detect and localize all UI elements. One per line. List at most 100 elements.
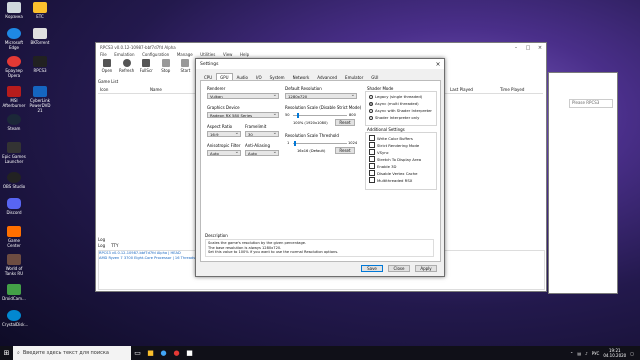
stop-button[interactable]: Stop [157, 59, 175, 73]
background-window[interactable]: Please RPCS3 [548, 72, 618, 294]
menu-file[interactable]: File [100, 52, 107, 57]
shader-async-radio[interactable]: Async (multi threaded) [369, 101, 419, 106]
log-tabs: Log TTY [98, 243, 118, 248]
language-indicator[interactable]: РУС [592, 351, 600, 356]
apply-button[interactable]: Apply [415, 265, 437, 272]
col-name[interactable]: Name [150, 87, 162, 92]
start-button[interactable]: Start [176, 59, 194, 73]
scale-threshold-slider[interactable] [293, 141, 347, 146]
game-center-icon [7, 226, 21, 237]
description-box: Scales the game's resolution by the give… [205, 239, 434, 257]
close-button[interactable]: Close [388, 265, 410, 272]
renderer-select[interactable]: Vulkan [207, 92, 279, 99]
resolution-scale-slider[interactable] [293, 113, 347, 118]
framelimit-select[interactable]: 30 [245, 130, 279, 137]
opera-taskbar-icon[interactable]: ● [170, 346, 183, 360]
slider-thumb[interactable] [293, 141, 296, 146]
explorer-icon[interactable]: ■ [144, 346, 157, 360]
menu-manage[interactable]: Manage [177, 52, 193, 57]
aspect-ratio-select[interactable]: 16:9 [207, 130, 241, 137]
start-button[interactable]: ⊞ [0, 346, 13, 360]
slider-thumb[interactable] [296, 113, 299, 118]
network-icon[interactable]: ▤ [577, 351, 581, 356]
close-icon[interactable]: × [534, 45, 546, 51]
renderer-label: Renderer [207, 86, 226, 91]
shader-async-interp-radio[interactable]: Async with Shader Interpreter [369, 108, 432, 113]
clock[interactable]: 19:21 04.10.2020 [603, 348, 626, 358]
stretch-display-checkbox[interactable]: Stretch To Display Area [369, 156, 421, 162]
desktop-icon-wot[interactable]: World of Tanks RU [2, 254, 26, 276]
strict-rendering-checkbox[interactable]: Strict Rendering Mode [369, 142, 419, 148]
menu-view[interactable]: View [223, 52, 233, 57]
task-view-icon[interactable]: ▭ [131, 346, 144, 360]
desktop-icon-recycle-bin[interactable]: Корзина [2, 2, 26, 19]
col-icon[interactable]: Icon [100, 87, 108, 92]
tray-up-icon[interactable]: ⌃ [570, 351, 573, 356]
desktop-icon-discord[interactable]: Discord [2, 198, 26, 215]
save-button[interactable]: Save [361, 265, 383, 272]
minimize-icon[interactable]: – [510, 45, 522, 51]
epic-games-icon [7, 142, 21, 153]
search-input[interactable]: Please RPCS3 [569, 99, 613, 108]
radio-selected-icon [369, 101, 373, 106]
torrent-icon [33, 28, 47, 39]
system-tray: ⌃ ▤ ♪ РУС 19:21 04.10.2020 ▢ [570, 348, 640, 358]
desktop-icon-edge[interactable]: Microsoft Edge [2, 28, 26, 50]
anti-aliasing-select[interactable]: Auto [245, 149, 279, 156]
checkbox-icon [369, 135, 375, 141]
write-color-buffers-checkbox[interactable]: Write Color Buffers [369, 135, 413, 141]
col-last-played[interactable]: Last Played [450, 87, 473, 92]
resolution-scale-reset-button[interactable]: Reset [335, 119, 355, 126]
enable-3d-checkbox[interactable]: Enable 3D [369, 163, 396, 169]
desktop-icon-game-center[interactable]: Game Center [2, 226, 26, 248]
description-line: Set this value to 100% if you want to us… [208, 250, 339, 254]
desktop-icon-opera[interactable]: Браузер Opera [2, 56, 26, 78]
open-button[interactable]: Open [98, 59, 116, 73]
menu-emulation[interactable]: Emulation [114, 52, 134, 57]
desktop-icon-afterburner[interactable]: MSI Afterburner [2, 86, 26, 108]
scale-threshold-min: 1 [287, 141, 290, 145]
multithreaded-rsx-checkbox[interactable]: Multithreaded RSX [369, 177, 412, 183]
desktop-icon-bktorrent[interactable]: BKTorrent [28, 28, 52, 45]
menu-help[interactable]: Help [240, 52, 249, 57]
settings-dialog[interactable]: Settings × CPU GPU Audio I/O System Netw… [195, 58, 445, 277]
desktop-icon-rpcs3[interactable]: RPCS3 [28, 56, 52, 73]
resolution-scale-min: 50 [285, 113, 290, 117]
desktop-icon-powerdvd[interactable]: CyberLink PowerDVD 21 [28, 86, 52, 113]
close-icon[interactable]: × [432, 61, 444, 68]
volume-icon[interactable]: ♪ [585, 351, 588, 356]
desktop-icon-etc[interactable]: ETC [28, 2, 52, 19]
settings-title: Settings [200, 61, 219, 67]
maximize-icon[interactable]: □ [522, 45, 534, 51]
refresh-button[interactable]: Refresh [118, 59, 136, 73]
menu-utilities[interactable]: Utilities [200, 52, 215, 57]
col-time-played[interactable]: Time Played [500, 87, 524, 92]
tab-tty[interactable]: TTY [111, 243, 118, 248]
description-label: Description [205, 233, 228, 238]
menu-configuration[interactable]: Configuration [142, 52, 169, 57]
gpu-page: Renderer Vulkan Graphics Device Radeon R… [200, 80, 441, 262]
desktop-icon-epic[interactable]: Epic Games Launcher [2, 142, 26, 164]
shader-legacy-radio[interactable]: Legacy (single threaded) [369, 94, 422, 99]
scale-threshold-reset-button[interactable]: Reset [335, 147, 355, 154]
checkbox-icon [369, 149, 375, 155]
graphics-device-select[interactable]: Radeon RX 580 Series [207, 111, 279, 118]
anisotropic-label: Anisotropic Filter [207, 143, 241, 148]
desktop-icon-crystaldisk[interactable]: CrystalDisk... [2, 310, 28, 327]
tab-log[interactable]: Log [98, 243, 105, 248]
fullscreen-button[interactable]: FullScr [137, 59, 155, 73]
checkbox-icon [369, 177, 375, 183]
desktop-icon-steam[interactable]: Steam [2, 114, 26, 131]
rpcs3-icon [33, 56, 47, 67]
rpcs3-taskbar-icon[interactable]: ■ [183, 346, 196, 360]
taskbar-search[interactable]: ⌕ Введите здесь текст для поиска [13, 346, 131, 360]
notification-icon[interactable]: ▢ [630, 351, 634, 356]
anisotropic-select[interactable]: Auto [207, 149, 241, 156]
desktop-icon-droidcam[interactable]: DroidCam... [2, 284, 26, 301]
shader-interp-radio[interactable]: Shader Interpreter only [369, 115, 419, 120]
disable-vertex-cache-checkbox[interactable]: Disable Vertex Cache [369, 170, 418, 176]
default-resolution-select[interactable]: 1280x720 [285, 92, 357, 99]
edge-taskbar-icon[interactable]: ● [157, 346, 170, 360]
desktop-icon-obs[interactable]: OBS Studio [2, 172, 26, 189]
vsync-checkbox[interactable]: VSync [369, 149, 389, 155]
